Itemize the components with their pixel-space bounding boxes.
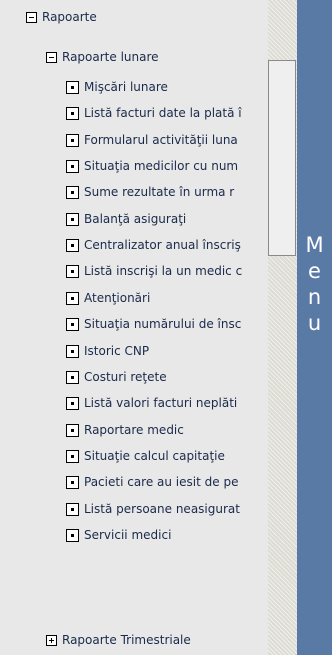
- report-item-label: Listă facturi date la plată î: [84, 106, 242, 120]
- report-item-icon: [66, 317, 79, 331]
- report-item-icon: [66, 370, 79, 384]
- report-item-icon: [66, 212, 79, 226]
- report-item-label: Listă persoane neasigurat: [84, 502, 240, 516]
- tree-node-rapoarte-trimestriale[interactable]: Rapoarte Trimestriale: [46, 630, 191, 650]
- report-item-label: Formularul activităţii luna: [84, 133, 238, 147]
- report-item-label: Mişcări lunare: [84, 80, 168, 94]
- tree-node-label: Rapoarte Trimestriale: [62, 633, 191, 647]
- report-item-icon: [66, 475, 79, 489]
- report-item[interactable]: Situaţie calcul capitaţie: [66, 446, 268, 466]
- report-item[interactable]: Servicii medici: [66, 525, 268, 545]
- report-item-icon: [66, 238, 79, 252]
- report-tree-panel: Rapoarte Rapoarte lunare Mişcări lunare L…: [0, 0, 268, 655]
- report-item-icon: [66, 423, 79, 437]
- report-item[interactable]: Situaţia numărului de însc: [66, 314, 268, 334]
- report-item[interactable]: Listă persoane neasigurat: [66, 499, 268, 519]
- report-item[interactable]: Raportare medic: [66, 420, 268, 440]
- report-item-label: Pacieti care au iesit de pe: [84, 475, 239, 489]
- report-item-icon: [66, 344, 79, 358]
- report-item-icon: [66, 159, 79, 173]
- menu-label: M e n u: [305, 233, 324, 335]
- report-item-label: Situaţia numărului de însc: [84, 317, 242, 331]
- report-item[interactable]: Mişcări lunare: [66, 77, 268, 97]
- report-item-label: Raportare medic: [84, 423, 184, 437]
- menu-toggle-bar[interactable]: M e n u: [297, 0, 332, 655]
- report-item[interactable]: Atenţionări: [66, 288, 268, 308]
- report-item[interactable]: Listă inscrişi la un medic c: [66, 261, 268, 281]
- report-item-label: Centralizator anual înscriş: [84, 238, 241, 252]
- report-item-label: Sume rezultate în urma r: [84, 185, 235, 199]
- report-item-label: Listă inscrişi la un medic c: [84, 264, 243, 278]
- tree-node-label: Rapoarte: [42, 10, 97, 24]
- report-item[interactable]: Pacieti care au iesit de pe: [66, 472, 268, 492]
- report-item-icon: [66, 291, 79, 305]
- expand-icon[interactable]: [46, 634, 57, 646]
- report-item-icon: [66, 528, 79, 542]
- report-item-icon: [66, 80, 79, 94]
- collapse-icon[interactable]: [46, 51, 57, 63]
- report-item-icon: [66, 396, 79, 410]
- report-item-label: Servicii medici: [84, 528, 172, 542]
- report-item-label: Atenţionări: [84, 291, 151, 305]
- report-item[interactable]: Centralizator anual înscriş: [66, 235, 268, 255]
- tree-node-label: Rapoarte lunare: [62, 50, 159, 64]
- report-item[interactable]: Istoric CNP: [66, 341, 268, 361]
- report-item-icon: [66, 449, 79, 463]
- report-item[interactable]: Formularul activităţii luna: [66, 130, 268, 150]
- report-item-icon: [66, 185, 79, 199]
- report-item-label: Istoric CNP: [84, 344, 150, 358]
- report-item[interactable]: Sume rezultate în urma r: [66, 182, 268, 202]
- report-item-label: Situaţie calcul capitaţie: [84, 449, 225, 463]
- report-item-label: Costuri reţete: [84, 370, 167, 384]
- report-item-icon: [66, 133, 79, 147]
- scrollbar-thumb[interactable]: [268, 60, 296, 256]
- report-item[interactable]: Costuri reţete: [66, 367, 268, 387]
- report-item-icon: [66, 106, 79, 120]
- report-item[interactable]: Listă facturi date la plată î: [66, 103, 268, 123]
- tree-node-rapoarte-lunare[interactable]: Rapoarte lunare: [46, 47, 159, 67]
- report-item-icon: [66, 502, 79, 516]
- report-item-label: Listă valori facturi neplăti: [84, 396, 238, 410]
- report-item-icon: [66, 264, 79, 278]
- report-item-label: Balanţă asiguraţi: [84, 212, 187, 226]
- report-item-label: Situaţia medicilor cu num: [84, 159, 239, 173]
- report-item[interactable]: Listă valori facturi neplăti: [66, 393, 268, 413]
- collapse-icon[interactable]: [26, 11, 37, 23]
- report-item[interactable]: Balanţă asiguraţi: [66, 209, 268, 229]
- tree-node-rapoarte[interactable]: Rapoarte: [26, 7, 97, 27]
- report-item[interactable]: Situaţia medicilor cu num: [66, 156, 268, 176]
